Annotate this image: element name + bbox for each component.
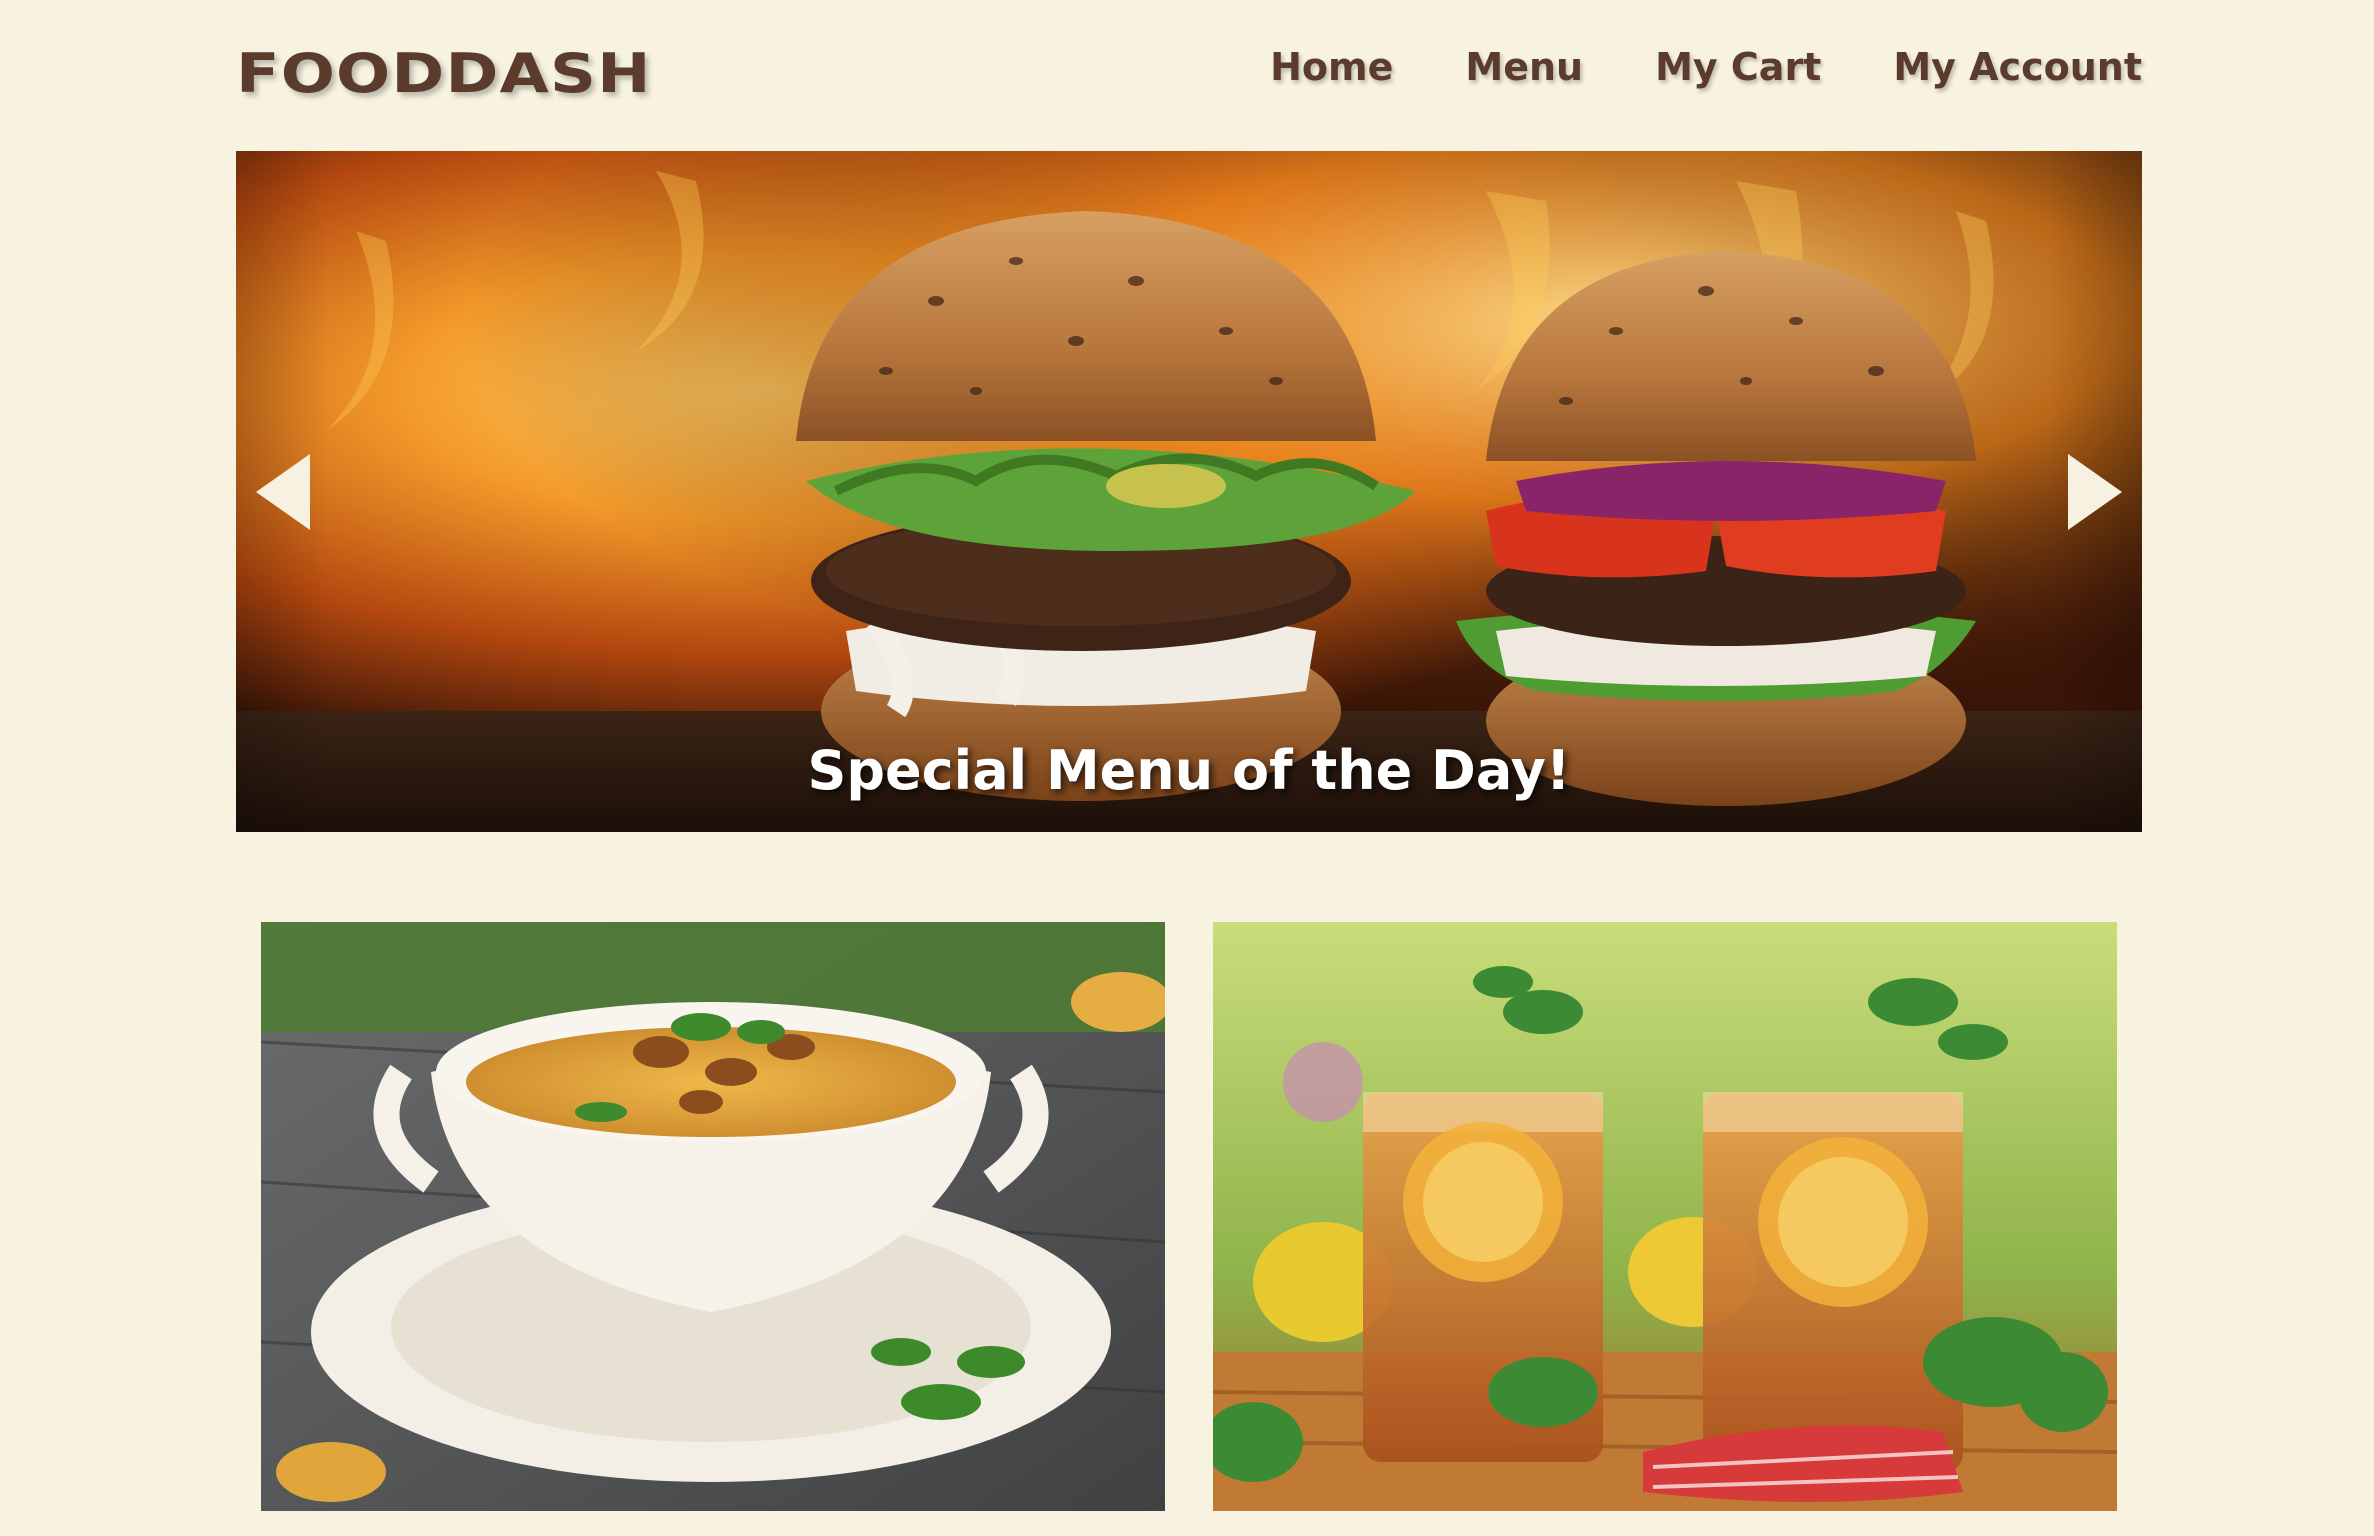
iced-tea-image bbox=[1213, 922, 2117, 1511]
nav-cart-link[interactable]: My Cart bbox=[1655, 45, 1821, 89]
triangle-left-icon bbox=[256, 453, 310, 530]
carousel-caption: Special Menu of the Day! bbox=[807, 739, 1571, 802]
soup-bowl-image bbox=[261, 922, 1165, 1511]
hero-carousel: Special Menu of the Day! bbox=[236, 151, 2142, 832]
triangle-right-icon bbox=[2068, 453, 2122, 530]
gallery-card-soup[interactable] bbox=[261, 922, 1165, 1511]
gallery-card-iced-tea[interactable] bbox=[1213, 922, 2117, 1511]
nav-menu-link[interactable]: Menu bbox=[1465, 45, 1583, 89]
hero-burgers-image bbox=[236, 151, 2142, 832]
brand-logo[interactable]: FOODDASH bbox=[236, 42, 652, 105]
carousel-next-button[interactable] bbox=[2048, 151, 2142, 832]
main-nav: Home Menu My Cart My Account bbox=[1270, 45, 2142, 89]
nav-home-link[interactable]: Home bbox=[1270, 45, 1393, 89]
carousel-prev-button[interactable] bbox=[236, 151, 330, 832]
nav-account-link[interactable]: My Account bbox=[1893, 45, 2142, 89]
